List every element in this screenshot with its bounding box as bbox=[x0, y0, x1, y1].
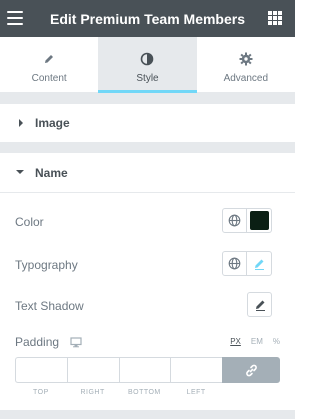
link-values-button[interactable] bbox=[222, 357, 280, 383]
section-divider bbox=[0, 142, 295, 153]
pencil-icon bbox=[42, 52, 56, 66]
typography-label: Typography bbox=[15, 258, 78, 272]
text-shadow-label: Text Shadow bbox=[15, 299, 84, 313]
section-image-header[interactable]: Image bbox=[0, 104, 295, 142]
tab-content-label: Content bbox=[31, 73, 67, 84]
padding-label: Padding bbox=[15, 335, 60, 349]
section-image-title: Image bbox=[35, 116, 70, 130]
tab-style-label: Style bbox=[136, 73, 159, 84]
pencil-icon bbox=[255, 259, 264, 270]
link-icon bbox=[245, 364, 257, 376]
typography-global-button[interactable] bbox=[222, 251, 247, 276]
section-divider bbox=[0, 410, 295, 419]
color-picker-button[interactable] bbox=[247, 208, 272, 233]
padding-dimensions bbox=[15, 357, 280, 383]
padding-right-label: RIGHT bbox=[80, 389, 105, 396]
panel-tabs: Content Style Advanced bbox=[0, 37, 295, 93]
tab-content[interactable]: Content bbox=[0, 37, 98, 92]
globe-icon bbox=[228, 214, 241, 227]
unit-percent[interactable]: % bbox=[273, 337, 280, 346]
caret-down-icon bbox=[16, 170, 24, 174]
color-global-button[interactable] bbox=[222, 208, 247, 233]
pencil-icon bbox=[255, 300, 265, 311]
section-divider bbox=[0, 93, 295, 104]
padding-left-input[interactable] bbox=[170, 357, 222, 383]
padding-top-input[interactable] bbox=[15, 357, 67, 383]
unit-em[interactable]: EM bbox=[251, 337, 263, 346]
padding-left-label: LEFT bbox=[186, 389, 206, 396]
tab-advanced[interactable]: Advanced bbox=[197, 37, 295, 92]
section-name-header[interactable]: Name bbox=[0, 153, 295, 193]
panel-header: Edit Premium Team Members bbox=[0, 0, 295, 37]
gear-icon bbox=[239, 52, 253, 66]
padding-side-labels: TOP RIGHT BOTTOM LEFT bbox=[15, 389, 280, 396]
unit-switcher: PX EM % bbox=[230, 337, 280, 346]
color-swatch bbox=[249, 211, 269, 230]
color-label: Color bbox=[15, 215, 44, 229]
section-name-title: Name bbox=[35, 166, 68, 180]
widgets-grid-icon[interactable] bbox=[268, 11, 282, 25]
globe-icon bbox=[228, 257, 241, 270]
tab-style[interactable]: Style bbox=[98, 37, 197, 93]
unit-px[interactable]: PX bbox=[230, 337, 241, 346]
padding-right-input[interactable] bbox=[66, 357, 119, 383]
typography-edit-button[interactable] bbox=[247, 251, 272, 276]
padding-bottom-label: BOTTOM bbox=[127, 389, 161, 396]
contrast-icon bbox=[140, 52, 154, 66]
desktop-icon[interactable] bbox=[70, 335, 82, 353]
tab-advanced-label: Advanced bbox=[223, 73, 269, 84]
text-shadow-edit-button[interactable] bbox=[247, 292, 272, 317]
panel-title: Edit Premium Team Members bbox=[49, 11, 246, 27]
padding-top-label: TOP bbox=[32, 389, 49, 396]
caret-right-icon bbox=[19, 119, 23, 127]
padding-bottom-input[interactable] bbox=[118, 357, 171, 383]
